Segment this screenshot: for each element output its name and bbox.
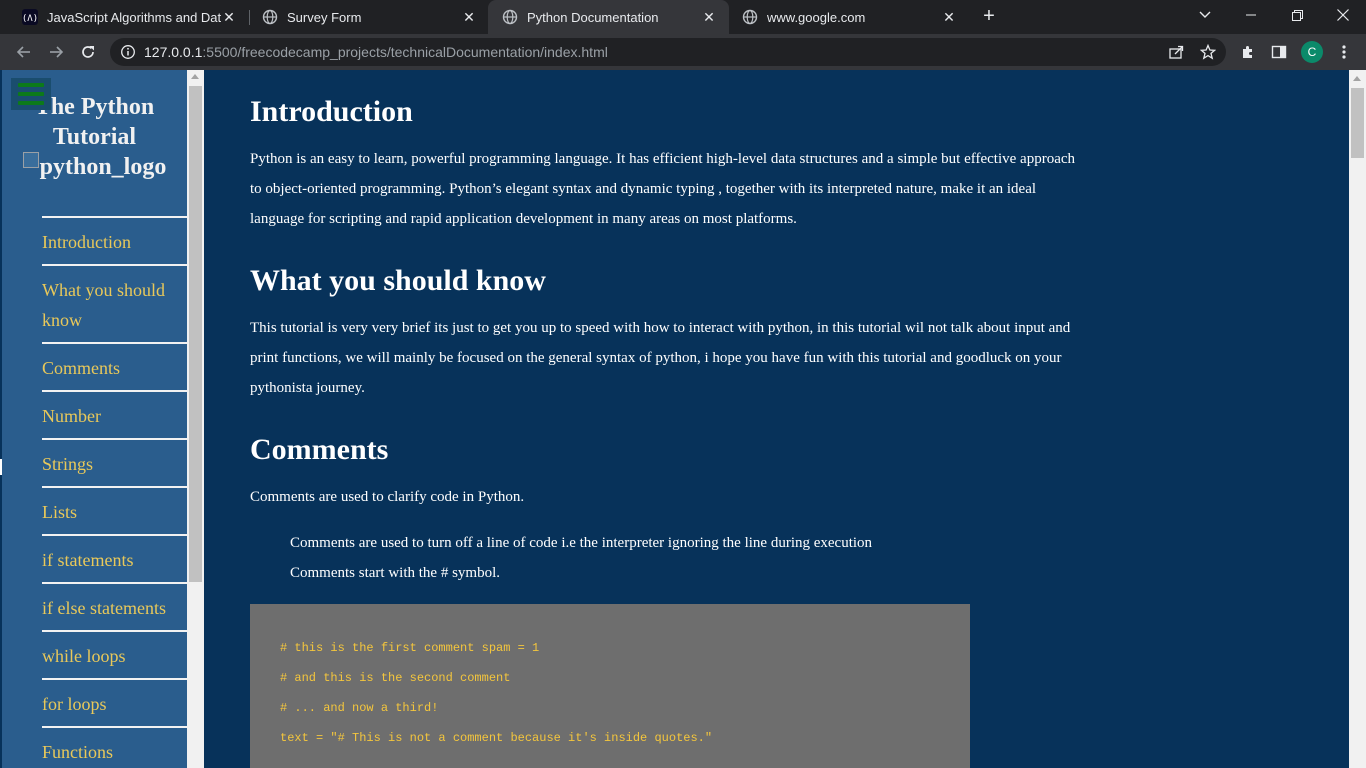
tab-title: JavaScript Algorithms and Data S [47,9,221,25]
new-tab-button[interactable]: + [978,6,1000,28]
introduction-heading: Introduction [250,95,413,128]
nav-link-lists[interactable]: Lists [42,486,187,534]
tab-python-documentation[interactable]: Python Documentation ✕ [488,0,729,34]
tab-google[interactable]: www.google.com ✕ [728,0,969,34]
page-scrollbar-thumb[interactable] [1351,88,1364,158]
what-you-should-know-heading: What you should know [250,264,546,297]
nav-link-functions[interactable]: Functions [42,726,187,768]
nav-link-introduction[interactable]: Introduction [42,216,187,264]
browser-tab-strip: (Λ) JavaScript Algorithms and Data S ✕ S… [0,0,1366,34]
close-window-button[interactable] [1320,0,1366,30]
comments-point: Comments are used to turn off a line of … [290,535,873,551]
extensions-puzzle-icon[interactable] [1237,41,1259,63]
restore-button[interactable] [1274,0,1320,30]
freecodecamp-icon: (Λ) [22,9,38,25]
more-menu-icon[interactable] [1333,41,1355,63]
forward-arrow-icon[interactable] [45,41,67,63]
globe-icon [262,9,278,25]
nav-link-list: Introduction What you should know Commen… [42,216,187,768]
url-path: :5500/freecodecamp_projects/technicalDoc… [202,44,608,60]
nav-link-strings[interactable]: Strings [42,438,187,486]
browser-toolbar: 127.0.0.1:5500/freecodecamp_projects/tec… [0,34,1366,70]
page-viewport: The Python Tutorial python_logo Introduc… [0,70,1366,768]
code-line: # this is the first comment spam = 1 [280,641,540,655]
nav-link-while-loops[interactable]: while loops [42,630,187,678]
scroll-up-arrow-icon[interactable] [191,74,199,79]
tab-title: Survey Form [287,9,362,25]
back-arrow-icon[interactable] [13,41,35,63]
comments-intro: Comments are used to clarify code in Pyt… [250,489,525,505]
comments-point: Comments start with the # symbol. [290,565,500,581]
code-line: # ... and now a third! [280,701,439,715]
nav-link-if-else-statements[interactable]: if else statements [42,582,187,630]
nav-link-comments[interactable]: Comments [42,342,187,390]
nav-link-for-loops[interactable]: for loops [42,678,187,726]
side-panel-icon[interactable] [1268,41,1290,63]
site-info-icon[interactable] [120,44,136,60]
hamburger-menu-icon[interactable] [11,78,51,110]
introduction-text: Python is an easy to learn, powerful pro… [250,151,1076,227]
bookmark-star-icon[interactable] [1197,41,1219,63]
broken-image-icon [22,152,39,168]
tab-survey-form[interactable]: Survey Form ✕ [248,0,489,34]
python-logo-image: python_logo [2,152,187,182]
code-block: # this is the first comment spam = 1 # a… [250,604,970,768]
sidebar-nav: The Python Tutorial python_logo Introduc… [2,70,187,768]
code-line: # and this is the second comment [280,671,511,685]
tab-search-chevron-icon[interactable] [1182,0,1228,30]
close-icon[interactable]: ✕ [461,9,477,25]
tab-title: www.google.com [767,9,866,25]
python-logo-alt-text: python_logo [39,154,167,180]
share-icon[interactable] [1165,41,1187,63]
reload-icon[interactable] [77,41,99,63]
close-icon[interactable]: ✕ [941,9,957,25]
page-scrollbar[interactable] [1349,70,1366,768]
globe-icon [742,9,758,25]
code-line: text = "# This is not a comment because … [280,731,713,745]
sidebar-scrollbar-thumb[interactable] [189,86,202,582]
url-host: 127.0.0.1 [144,44,203,60]
profile-avatar[interactable]: C [1301,41,1323,63]
minimize-button[interactable] [1228,0,1274,30]
nav-link-if-statements[interactable]: if statements [42,534,187,582]
close-icon[interactable]: ✕ [221,9,237,25]
nav-link-number[interactable]: Number [42,390,187,438]
scroll-up-arrow-icon[interactable] [1353,76,1361,81]
address-bar[interactable]: 127.0.0.1:5500/freecodecamp_projects/tec… [110,38,1226,66]
what-you-should-know-text: This tutorial is very very brief its jus… [250,320,1071,396]
svg-text:(Λ): (Λ) [22,14,38,24]
tab-freecodecamp[interactable]: (Λ) JavaScript Algorithms and Data S ✕ [8,0,249,34]
close-icon[interactable]: ✕ [701,9,717,25]
globe-icon [502,9,518,25]
tab-title: Python Documentation [527,9,659,25]
url-text: 127.0.0.1:5500/freecodecamp_projects/tec… [144,44,608,60]
sidebar-scrollbar[interactable] [187,70,204,768]
comments-heading: Comments [250,433,389,466]
nav-link-what-you-should-know[interactable]: What you should know [42,264,187,342]
